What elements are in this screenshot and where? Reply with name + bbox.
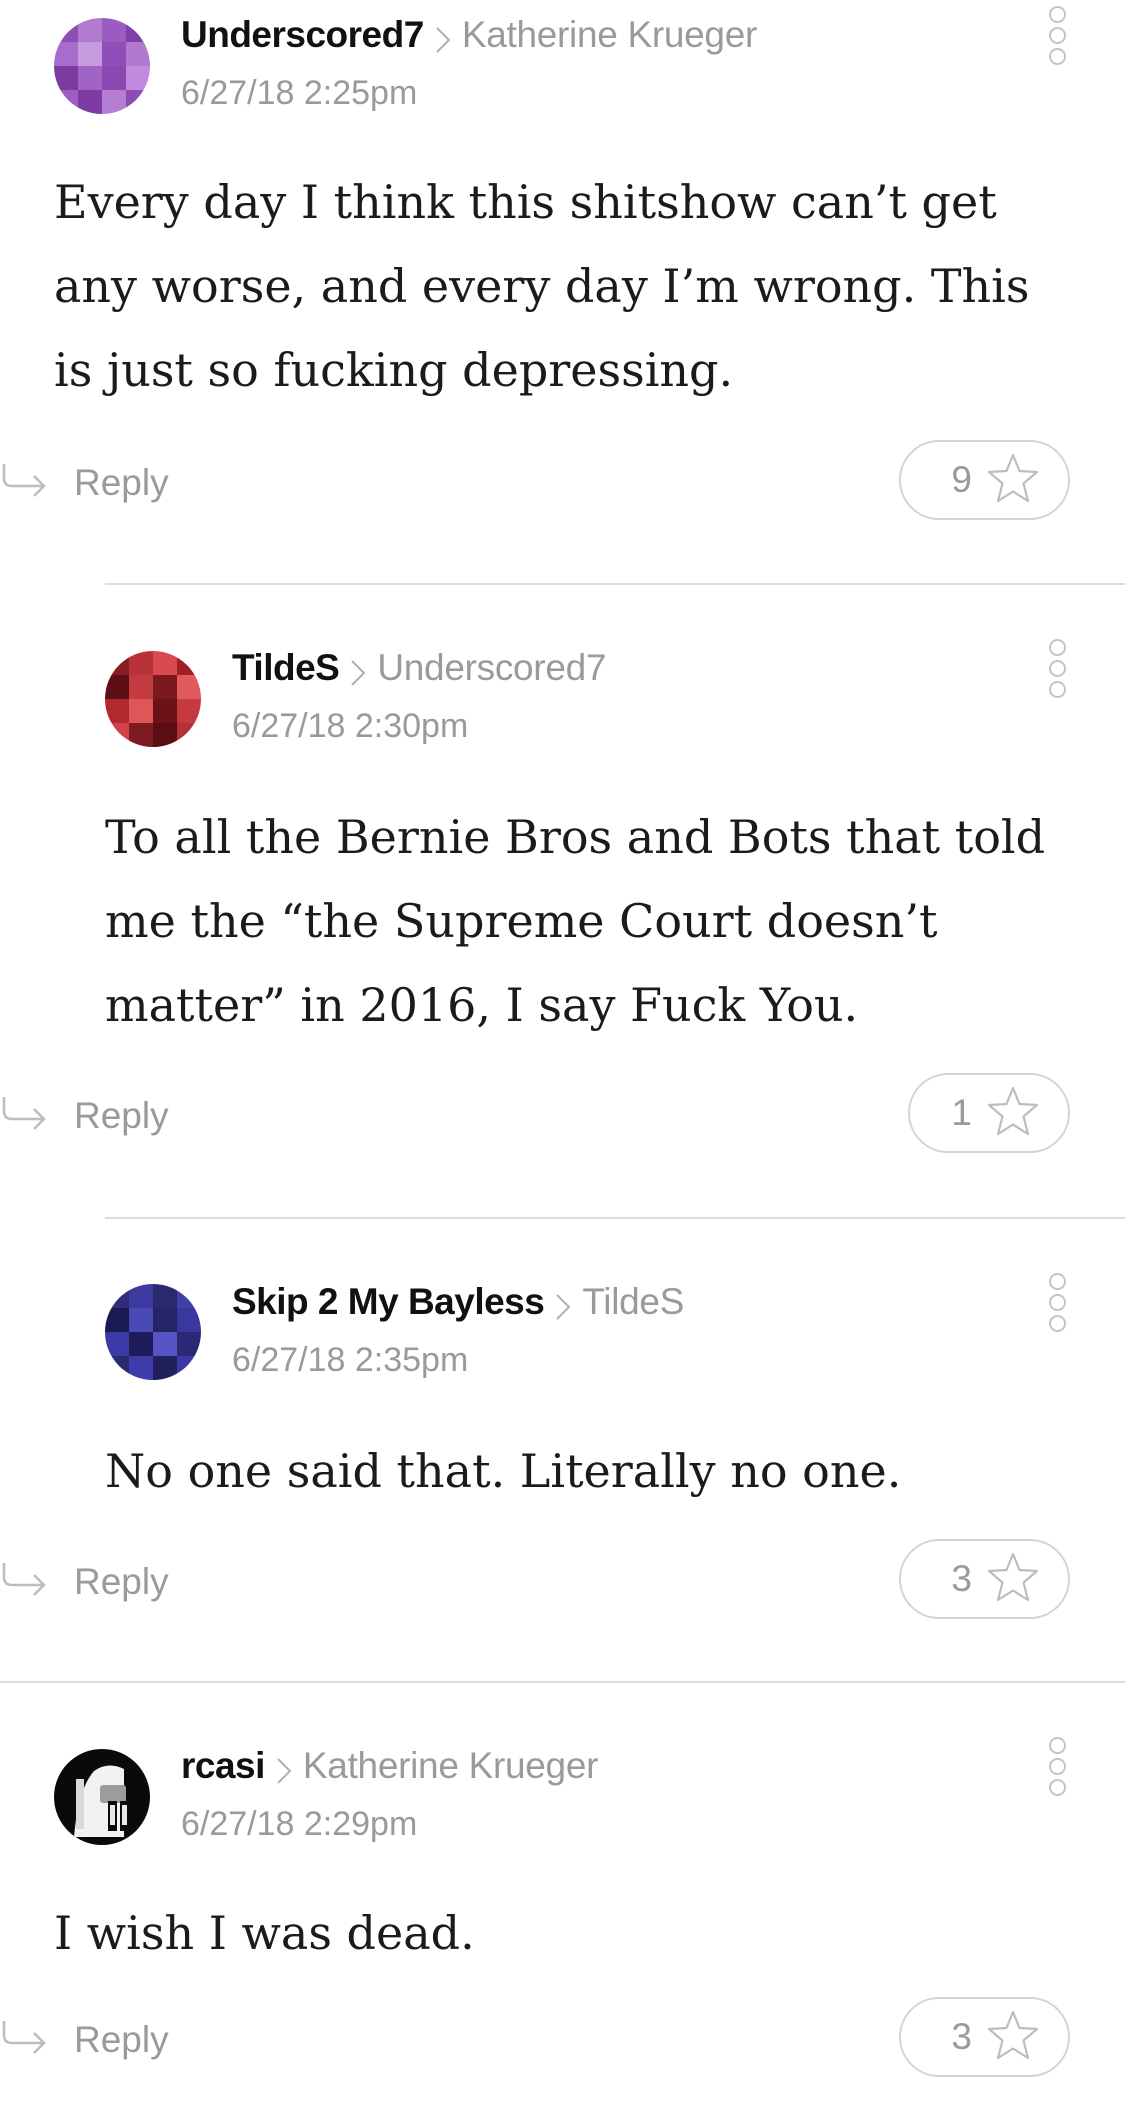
comment-header: rcasi Katherine Krueger 6/27/18 2:29pm — [54, 1683, 1125, 1845]
star-count: 3 — [951, 2016, 972, 2057]
reply-label: Reply — [74, 1094, 169, 1136]
comment-header: TildeS Underscored7 6/27/18 2:30pm — [105, 585, 1125, 747]
byline: Skip 2 My Bayless TildeS — [232, 1281, 684, 1329]
reply-label: Reply — [74, 2018, 169, 2060]
star-button[interactable]: 3 — [899, 1997, 1070, 2077]
chevron-right-icon — [554, 1290, 572, 1329]
parent-author[interactable]: Katherine Krueger — [462, 14, 758, 55]
chevron-right-icon — [349, 656, 367, 695]
comment-actions: Reply 1 — [0, 1073, 1125, 1157]
reply-arrow-icon — [0, 1559, 50, 1604]
star-count: 1 — [951, 1092, 972, 1133]
comment: rcasi Katherine Krueger 6/27/18 2:29pm I … — [0, 1683, 1125, 2109]
avatar[interactable] — [54, 1749, 150, 1845]
comment-body: No one said that. Literally no one. — [105, 1444, 902, 1498]
byline: Underscored7 Katherine Krueger — [181, 14, 757, 62]
comment-header: Skip 2 My Bayless TildeS 6/27/18 2:35pm — [105, 1219, 1125, 1380]
timestamp[interactable]: 6/27/18 2:30pm — [232, 707, 468, 746]
comment-actions: Reply 3 — [0, 1539, 1125, 1623]
author-name[interactable]: Skip 2 My Bayless — [232, 1281, 545, 1322]
reply-button[interactable]: Reply — [0, 1093, 169, 1138]
star-icon — [986, 2009, 1040, 2066]
parent-author[interactable]: Underscored7 — [377, 647, 606, 688]
timestamp[interactable]: 6/27/18 2:35pm — [232, 1341, 468, 1380]
star-icon — [986, 1085, 1040, 1142]
reply-label: Reply — [74, 461, 169, 503]
byline: rcasi Katherine Krueger — [181, 1745, 598, 1793]
reply-button[interactable]: Reply — [0, 2017, 169, 2062]
star-count: 9 — [951, 459, 972, 500]
comment: Skip 2 My Bayless TildeS 6/27/18 2:35pm N… — [0, 1219, 1125, 1683]
comment-header: Underscored7 Katherine Krueger 6/27/18 2:… — [54, 0, 1125, 114]
reply-arrow-icon — [0, 460, 50, 505]
author-name[interactable]: Underscored7 — [181, 14, 424, 55]
comment-actions: Reply 3 — [0, 1997, 1125, 2081]
star-button[interactable]: 1 — [908, 1073, 1070, 1153]
author-name[interactable]: rcasi — [181, 1745, 265, 1786]
comment-body: To all the Bernie Bros and Bots that tol… — [105, 810, 1046, 1032]
more-options-button[interactable] — [1045, 6, 1069, 80]
star-icon — [986, 1551, 1040, 1608]
avatar[interactable] — [105, 1284, 201, 1380]
more-options-button[interactable] — [1045, 639, 1069, 713]
comment-thread: Underscored7 Katherine Krueger 6/27/18 2:… — [0, 0, 1125, 2109]
chevron-right-icon — [434, 23, 452, 62]
avatar[interactable] — [105, 651, 201, 747]
author-name[interactable]: TildeS — [232, 647, 340, 688]
timestamp[interactable]: 6/27/18 2:29pm — [181, 1805, 417, 1844]
timestamp[interactable]: 6/27/18 2:25pm — [181, 74, 417, 113]
comment-body: I wish I was dead. — [54, 1906, 475, 1960]
star-button[interactable]: 3 — [899, 1539, 1070, 1619]
reply-button[interactable]: Reply — [0, 1559, 169, 1604]
star-count: 3 — [951, 1558, 972, 1599]
comment-body: Every day I think this shitshow can’t ge… — [54, 175, 1030, 397]
comment-actions: Reply 9 — [0, 440, 1125, 524]
comment: TildeS Underscored7 6/27/18 2:30pm To all… — [0, 585, 1125, 1219]
reply-arrow-icon — [0, 1093, 50, 1138]
reply-button[interactable]: Reply — [0, 460, 169, 505]
avatar[interactable] — [54, 18, 150, 114]
more-options-button[interactable] — [1045, 1737, 1069, 1811]
reply-label: Reply — [74, 1560, 169, 1602]
parent-author[interactable]: TildeS — [582, 1281, 684, 1322]
parent-author[interactable]: Katherine Krueger — [303, 1745, 599, 1786]
more-options-button[interactable] — [1045, 1273, 1069, 1347]
byline: TildeS Underscored7 — [232, 647, 606, 695]
reply-arrow-icon — [0, 2017, 50, 2062]
star-icon — [986, 452, 1040, 509]
chevron-right-icon — [275, 1754, 293, 1793]
comment: Underscored7 Katherine Krueger 6/27/18 2:… — [0, 0, 1125, 585]
star-button[interactable]: 9 — [899, 440, 1070, 520]
